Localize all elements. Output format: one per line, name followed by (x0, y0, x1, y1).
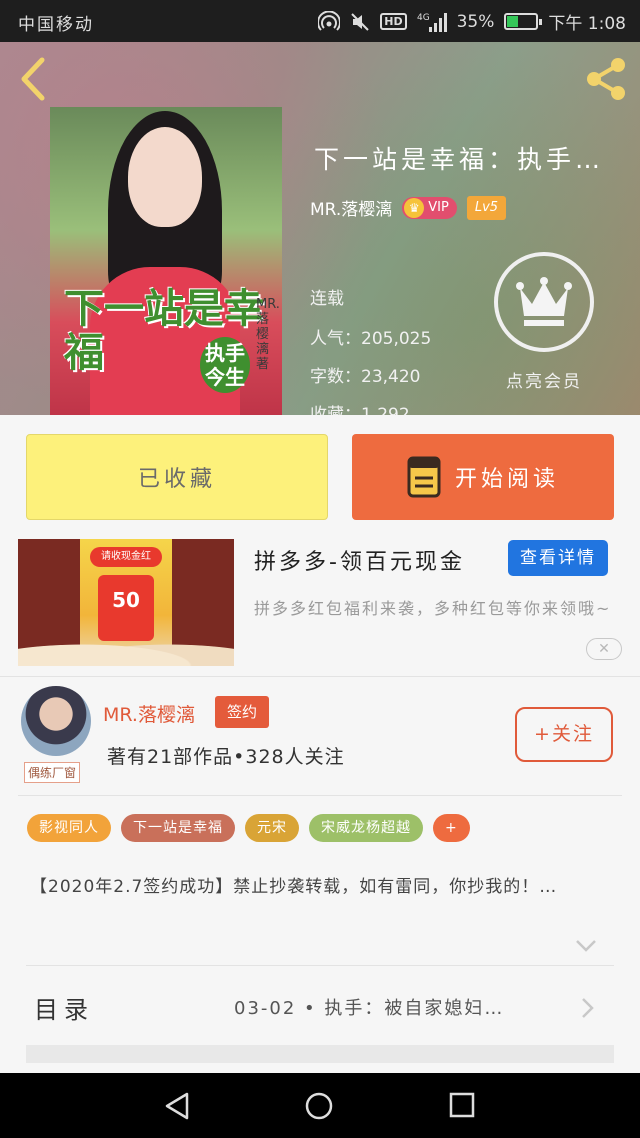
add-tag-button[interactable]: + (433, 814, 470, 842)
battery-icon (504, 13, 543, 30)
divider (18, 795, 622, 796)
vip-label: VIP (428, 200, 449, 215)
tag-item[interactable]: 影视同人 (27, 814, 111, 842)
popularity: 人气：205,025 (310, 329, 432, 349)
back-triangle-icon[interactable] (163, 1091, 193, 1121)
serial-status: 连载 (310, 289, 344, 309)
tag-item[interactable]: 下一站是幸福 (121, 814, 235, 842)
chevron-right-icon[interactable] (580, 996, 596, 1020)
status-bar: 中国移动 HD 4G 35% 下午 1:08 (0, 0, 640, 42)
tag-item[interactable]: 宋威龙杨超越 (309, 814, 423, 842)
ad-description: 拼多多红包福利来袭，多种红包等你来领哦~ (254, 599, 612, 618)
header-author-name[interactable]: MR.落樱漓 (310, 195, 392, 220)
cover-author: MR.落樱漓著 (256, 297, 280, 372)
book-header: 下一站是幸福 执手今生 MR.落樱漓著 下一站是幸福：执手… MR.落樱漓 ♛ … (0, 42, 640, 415)
carrier-label: 中国移动 (18, 15, 94, 35)
toc-latest-chapter[interactable]: 03-02 • 执手：被自家媳妇… (234, 994, 504, 1020)
cover-face (128, 127, 202, 227)
battery-percent: 35% (456, 11, 495, 32)
author-stats: 著有21部作品•328人关注 (107, 746, 345, 768)
avatar-tag: 偶练厂窗 (24, 762, 81, 783)
favorites-count: 收藏：1,292 (310, 405, 410, 415)
ad-amount: 50 (112, 588, 140, 612)
synopsis[interactable]: 【2020年2.7签约成功】禁止抄袭转载，如有雷同，你抄我的！… (30, 872, 610, 902)
hd-icon: HD (380, 13, 407, 30)
signed-badge: 签约 (215, 696, 269, 728)
tag-item[interactable]: 元宋 (245, 814, 299, 842)
home-circle-icon[interactable] (304, 1091, 334, 1121)
ad-title[interactable]: 拼多多-领百元现金 (254, 544, 465, 576)
word-count: 字数：23,420 (310, 367, 421, 387)
vip-badge: ♛ VIP (402, 196, 457, 219)
ad-image-header: 请收现金红 (90, 547, 162, 567)
divider (0, 676, 640, 677)
bottom-strip (26, 1045, 614, 1063)
vip-member-button[interactable] (494, 252, 594, 352)
book-cover[interactable]: 下一站是幸福 执手今生 MR.落樱漓著 (50, 107, 282, 415)
recents-square-icon[interactable] (448, 1091, 476, 1119)
system-nav-bar (0, 1073, 640, 1138)
ad-detail-button[interactable]: 查看详情 (508, 540, 608, 576)
svg-text:4G: 4G (417, 13, 430, 23)
start-reading-label: 开始阅读 (454, 467, 559, 492)
tag-list: 影视同人 下一站是幸福 元宋 宋威龙杨超越 + (27, 814, 470, 842)
author-line: MR.落樱漓 ♛ VIP Lv5 (310, 195, 507, 220)
vip-member-label[interactable]: 点亮会员 (494, 367, 594, 392)
follow-button[interactable]: +关注 (515, 707, 613, 762)
red-envelope-icon: 50 (98, 575, 154, 641)
ad-image[interactable]: 请收现金红 50 (18, 539, 234, 666)
clock: 下午 1:08 (548, 14, 626, 34)
signal-icon: 4G (417, 12, 447, 32)
share-icon[interactable] (580, 54, 630, 104)
ad-close-button[interactable]: ✕ (586, 638, 622, 660)
hotspot-icon (318, 10, 341, 31)
chevron-down-icon[interactable] (574, 938, 598, 954)
chevron-left-icon[interactable] (14, 56, 54, 102)
collected-label: 已收藏 (137, 467, 216, 492)
status-icons: HD 4G 35% 下午 1:08 (318, 9, 626, 34)
level-badge: Lv5 (466, 195, 507, 220)
author-name[interactable]: MR.落樱漓 (103, 700, 195, 727)
divider (26, 965, 614, 966)
author-avatar[interactable] (21, 686, 91, 756)
book-icon (407, 456, 441, 498)
mute-icon (351, 12, 369, 31)
book-title: 下一站是幸福：执手… (314, 145, 605, 174)
collected-button[interactable]: 已收藏 (26, 434, 328, 520)
ad-cloud (18, 636, 234, 666)
start-reading-button[interactable]: 开始阅读 (352, 434, 614, 520)
crown-icon (516, 277, 572, 326)
cover-subtitle: 执手今生 (200, 337, 250, 393)
toc-label[interactable]: 目录 (34, 990, 94, 1025)
crown-icon: ♛ (404, 197, 425, 218)
